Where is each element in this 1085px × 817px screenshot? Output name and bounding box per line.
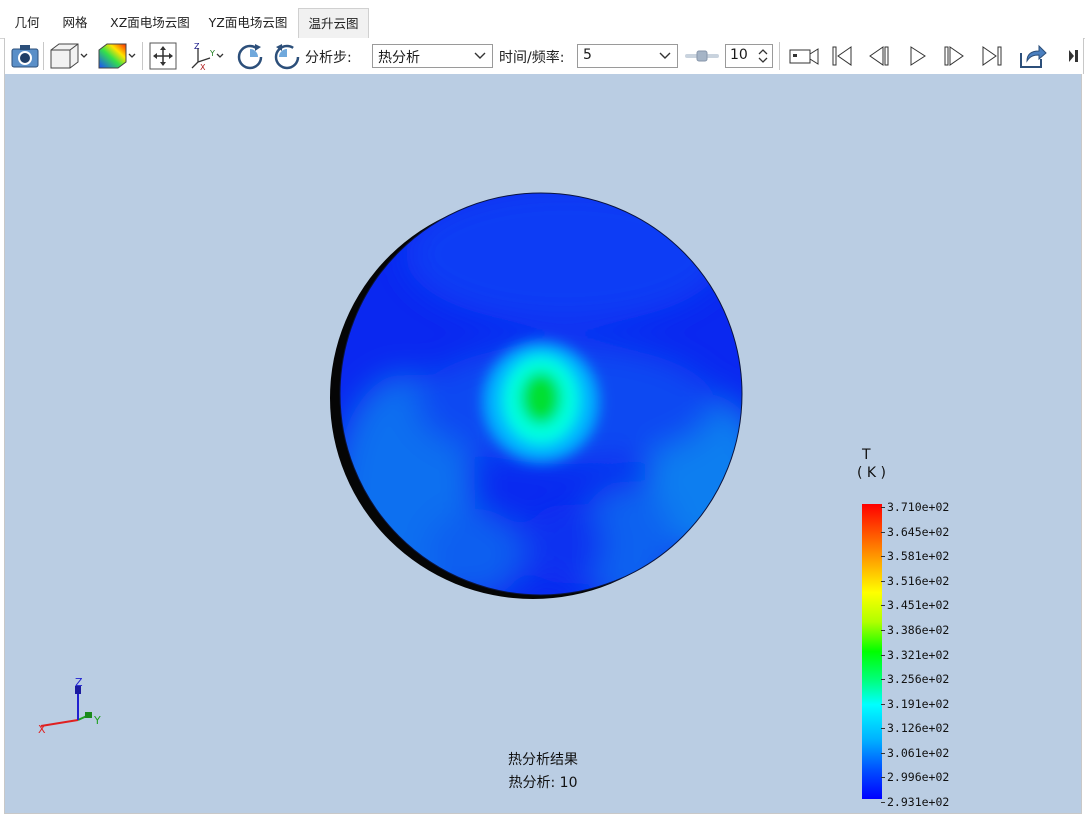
rotate-clockwise-icon xyxy=(235,41,265,71)
legend-tick-label: 3.321e+02 xyxy=(880,647,950,662)
move-arrows-icon xyxy=(149,42,177,70)
tab-mesh[interactable]: 网格 xyxy=(52,9,98,37)
legend-tick-label: 2.996e+02 xyxy=(880,770,950,785)
tab-xz-efield[interactable]: XZ面电场云图 xyxy=(104,9,196,37)
rotate-ccw-button[interactable] xyxy=(271,41,303,71)
analysis-step-value: 热分析 xyxy=(378,50,420,66)
legend-tick-label: 3.710e+02 xyxy=(880,500,950,514)
svg-text:X: X xyxy=(200,63,206,70)
step-back-icon xyxy=(866,44,892,68)
legend-tick-label: 3.451e+02 xyxy=(880,598,950,613)
last-frame-button[interactable] xyxy=(978,41,1006,71)
time-frequency-select[interactable]: 5 xyxy=(577,44,678,68)
svg-text:Z: Z xyxy=(194,42,200,51)
legend-tick-label: 3.126e+02 xyxy=(880,721,950,736)
cube-icon xyxy=(48,42,88,70)
screenshot-button[interactable] xyxy=(9,41,41,71)
record-video-button[interactable] xyxy=(787,41,821,71)
export-button[interactable] xyxy=(1016,41,1048,71)
tab-temperature-rise[interactable]: 温升云图 xyxy=(298,8,369,39)
tab-geometry[interactable]: 几何 xyxy=(8,9,46,37)
step-spinbox[interactable]: 10 xyxy=(725,44,773,68)
legend-tick-label: 3.516e+02 xyxy=(880,573,950,588)
legend-tick-label: 2.931e+02 xyxy=(880,795,950,809)
legend-tick-label: 3.061e+02 xyxy=(880,745,950,760)
legend-unit: ( K ) xyxy=(857,465,887,481)
axis-z-label: Z xyxy=(75,676,83,689)
camera-icon xyxy=(11,44,39,68)
tab-bar: 几何 网格 XZ面电场云图 YZ面电场云图 温升云图 xyxy=(0,0,1085,39)
legend-tick-label: 3.581e+02 xyxy=(880,549,950,564)
legend-variable: T xyxy=(862,447,871,463)
svg-text:Y: Y xyxy=(209,49,215,58)
skip-to-end-icon xyxy=(979,44,1005,68)
rotate-counterclockwise-icon xyxy=(272,41,302,71)
first-frame-button[interactable] xyxy=(828,41,856,71)
step-spinbox-value: 10 xyxy=(730,47,748,63)
pan-button[interactable] xyxy=(148,41,178,71)
xyz-axes-icon: ZYX xyxy=(186,42,226,70)
toolbar: ZYX 分析步: 热分析 时间/频率: 5 10 xyxy=(4,38,1084,74)
axes-orientation-dropdown[interactable]: ZYX xyxy=(185,41,227,71)
step-forward-icon xyxy=(941,44,967,68)
result-step: 热分析: 10 xyxy=(508,775,578,791)
play-icon xyxy=(904,44,930,68)
previous-frame-button[interactable] xyxy=(865,41,893,71)
time-frequency-value: 5 xyxy=(583,47,592,63)
render-mode-dropdown[interactable] xyxy=(95,41,137,71)
time-frequency-label: 时间/频率: xyxy=(499,50,565,66)
chevron-down-icon xyxy=(659,48,671,68)
next-frame-button[interactable] xyxy=(940,41,968,71)
axis-x-label: X xyxy=(38,723,46,736)
tab-yz-efield[interactable]: YZ面电场云图 xyxy=(202,9,294,37)
legend-tick-label: 3.191e+02 xyxy=(880,696,950,711)
legend-tick-label: 3.256e+02 xyxy=(880,672,950,687)
3d-viewport[interactable]: X Y Z T ( K ) 3.710e+02 3.645e+02 3.581e+0… xyxy=(4,74,1082,814)
legend-tick-label: 3.645e+02 xyxy=(880,524,950,539)
result-title: 热分析结果 xyxy=(508,752,578,768)
overflow-arrows-icon xyxy=(1067,46,1079,66)
view-cube-dropdown[interactable] xyxy=(47,41,89,71)
legend-tick-label: 3.386e+02 xyxy=(880,622,950,637)
analysis-step-label: 分析步: xyxy=(305,50,352,66)
skip-to-start-icon xyxy=(829,44,855,68)
analysis-step-select[interactable]: 热分析 xyxy=(372,44,493,68)
toolbar-overflow-button[interactable] xyxy=(1066,41,1080,71)
spin-arrows-icon[interactable] xyxy=(757,46,769,70)
chevron-down-icon xyxy=(474,48,486,68)
axis-triad: X Y Z xyxy=(38,676,101,736)
color-scale-bar xyxy=(862,504,882,799)
rotate-cw-button[interactable] xyxy=(234,41,266,71)
video-camera-icon xyxy=(788,45,820,67)
axis-y-label: Y xyxy=(93,714,101,727)
contour-icon xyxy=(96,42,136,70)
play-button[interactable] xyxy=(903,41,931,71)
time-slider[interactable] xyxy=(683,41,721,71)
export-icon xyxy=(1017,43,1047,69)
